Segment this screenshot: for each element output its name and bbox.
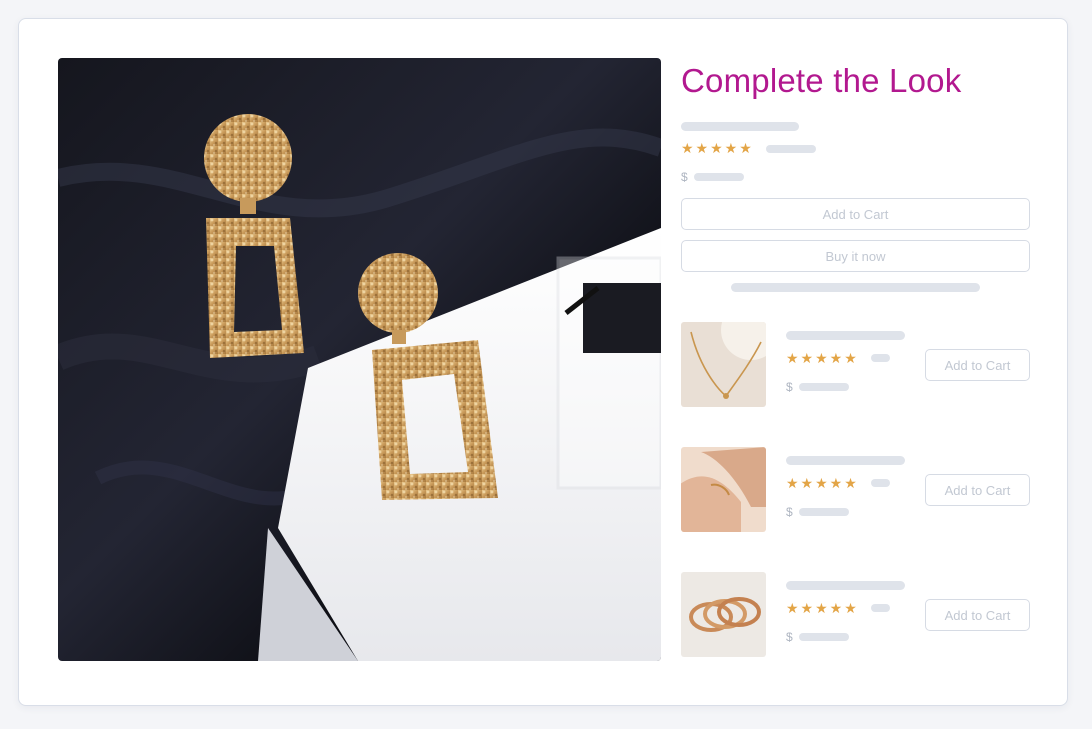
bracelet-thumbnail (681, 447, 766, 532)
related-item-review-count-placeholder (871, 479, 890, 487)
related-item-bracelet-image[interactable] (681, 447, 766, 532)
related-item-review-count-placeholder (871, 354, 890, 362)
related-item-rings-image[interactable] (681, 572, 766, 657)
related-item-name-placeholder (786, 581, 905, 590)
related-item-name-placeholder (786, 456, 905, 465)
related-item-rating-stars: ★★★★★ (786, 600, 859, 616)
related-item-rating-stars: ★★★★★ (786, 350, 859, 366)
related-item-price-placeholder (799, 633, 849, 641)
buy-now-button[interactable]: Buy it now (681, 240, 1030, 272)
hero-earrings-image[interactable] (58, 58, 661, 661)
rings-thumbnail (681, 572, 766, 657)
related-item-price-placeholder (799, 383, 849, 391)
add-to-cart-button[interactable]: Add to Cart (681, 198, 1030, 230)
related-item-add-to-cart-button[interactable]: Add to Cart (925, 474, 1030, 506)
related-item-price-placeholder (799, 508, 849, 516)
product-name-placeholder (681, 122, 799, 131)
price-placeholder (694, 173, 744, 181)
related-item-currency-symbol: $ (786, 630, 793, 644)
related-item-add-to-cart-button[interactable]: Add to Cart (925, 599, 1030, 631)
related-item-currency-symbol: $ (786, 505, 793, 519)
page-title: Complete the Look (681, 62, 962, 99)
related-item-necklace-image[interactable] (681, 322, 766, 407)
description-placeholder (731, 283, 980, 292)
necklace-thumbnail (681, 322, 766, 407)
related-item-currency-symbol: $ (786, 380, 793, 394)
related-item-rating-stars: ★★★★★ (786, 475, 859, 491)
related-item-review-count-placeholder (871, 604, 890, 612)
related-item-name-placeholder (786, 331, 905, 340)
earrings-illustration (58, 58, 661, 661)
rating-stars: ★★★★★ (681, 140, 754, 156)
currency-symbol: $ (681, 170, 688, 184)
related-item-add-to-cart-button[interactable]: Add to Cart (925, 349, 1030, 381)
review-count-placeholder (766, 145, 816, 153)
